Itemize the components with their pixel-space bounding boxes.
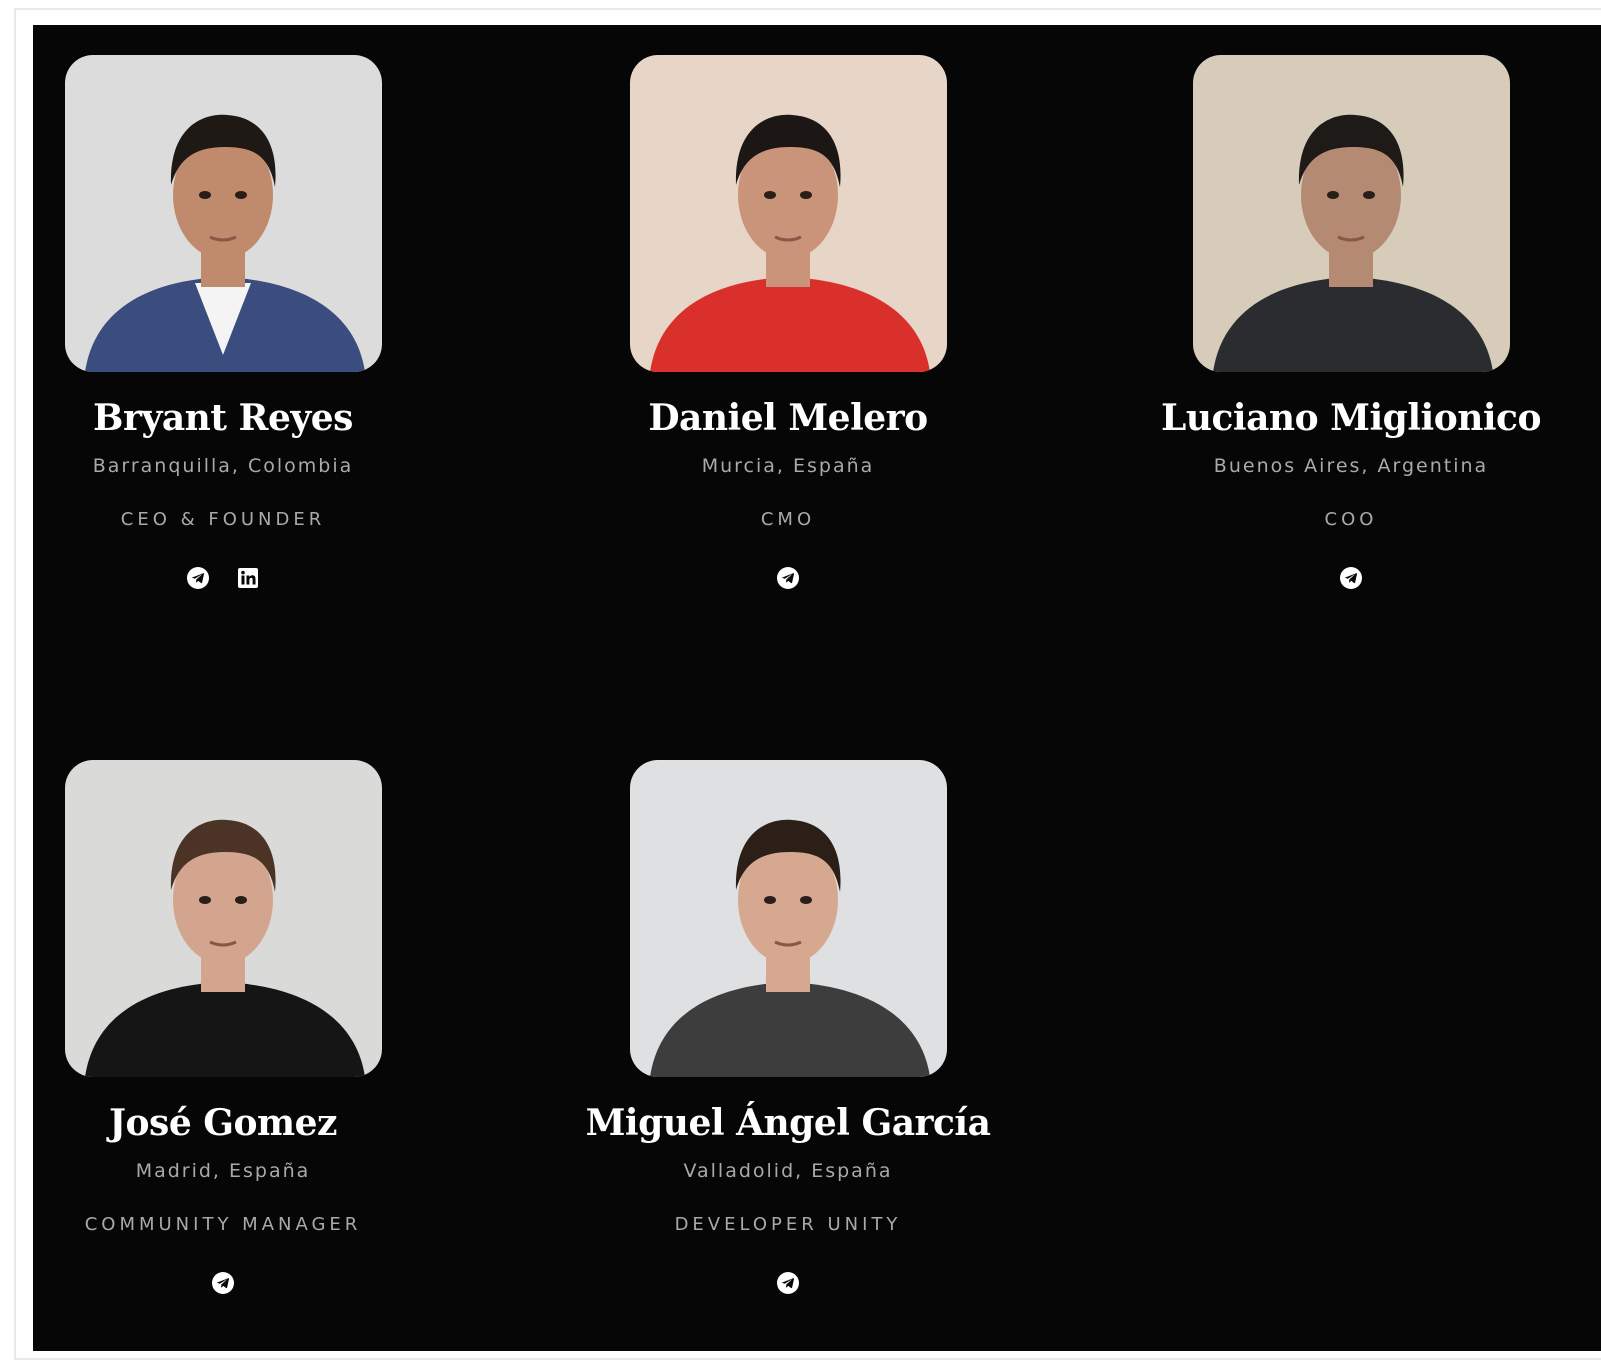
portrait-illustration <box>629 55 947 372</box>
member-photo <box>629 55 947 372</box>
portrait-illustration <box>1192 55 1510 372</box>
member-name: Daniel Melero <box>648 397 928 439</box>
member-photo <box>1192 55 1510 372</box>
team-member-card: Daniel Melero Murcia, España CMO <box>553 55 1023 592</box>
member-role: COMMUNITY MANAGER <box>84 1214 362 1235</box>
member-name: José Gomez <box>109 1102 337 1144</box>
member-location: Buenos Aires, Argentina <box>1213 455 1489 477</box>
member-socials <box>553 1271 1023 1297</box>
member-socials <box>553 566 1023 592</box>
member-role: DEVELOPER UNITY <box>674 1214 902 1235</box>
telegram-icon[interactable] <box>211 1271 235 1295</box>
portrait-illustration <box>629 760 947 1077</box>
member-photo <box>64 55 382 372</box>
member-name: Luciano Miglionico <box>1161 397 1541 439</box>
member-name: Miguel Ángel García <box>585 1102 991 1144</box>
team-member-card: José Gomez Madrid, España COMMUNITY MANA… <box>0 760 458 1297</box>
team-member-card: Miguel Ángel García Valladolid, España D… <box>553 760 1023 1297</box>
member-location: Madrid, España <box>135 1160 311 1182</box>
member-role: COO <box>1324 509 1378 530</box>
portrait-illustration <box>64 760 382 1077</box>
team-member-card: Luciano Miglionico Buenos Aires, Argenti… <box>1116 55 1586 592</box>
member-role: CMO <box>760 509 816 530</box>
member-location: Valladolid, España <box>683 1160 893 1182</box>
member-socials <box>1116 566 1586 592</box>
team-member-card: Bryant Reyes Barranquilla, Colombia CEO … <box>0 55 458 592</box>
member-photo <box>629 760 947 1077</box>
member-role: CEO & FOUNDER <box>120 509 326 530</box>
member-location: Murcia, España <box>701 455 875 477</box>
telegram-icon[interactable] <box>1339 566 1363 590</box>
telegram-icon[interactable] <box>186 566 210 590</box>
team-section: Bryant Reyes Barranquilla, Colombia CEO … <box>33 25 1601 1351</box>
member-location: Barranquilla, Colombia <box>92 455 354 477</box>
telegram-icon[interactable] <box>776 566 800 590</box>
portrait-illustration <box>64 55 382 372</box>
member-name: Bryant Reyes <box>93 397 353 439</box>
member-socials <box>0 1271 458 1297</box>
member-photo <box>64 760 382 1077</box>
member-socials <box>0 566 458 592</box>
telegram-icon[interactable] <box>776 1271 800 1295</box>
linkedin-icon[interactable] <box>236 566 260 590</box>
